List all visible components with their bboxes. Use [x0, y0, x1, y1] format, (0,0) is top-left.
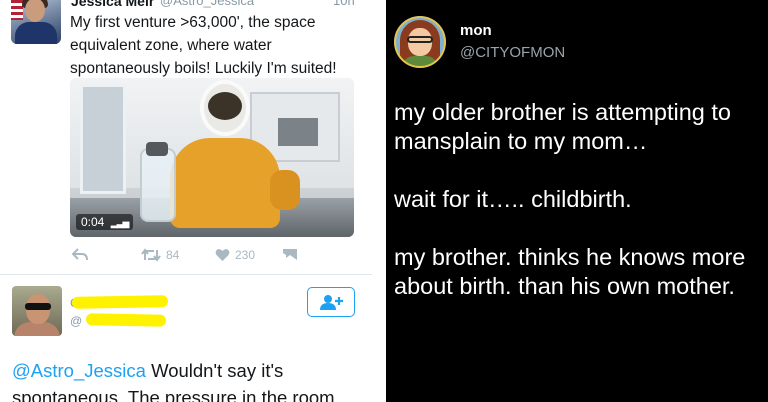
tweet-video[interactable]: 0:04 ▂▃▅ [70, 78, 354, 237]
tweet-paragraph: wait for it….. childbirth. [394, 186, 632, 212]
reply-button[interactable] [72, 248, 88, 262]
left-tweet-panel: Jessica Meir @Astro_Jessica 10h My first… [0, 0, 372, 402]
tweet-text: my older brother is attempting to manspl… [394, 98, 766, 330]
reply-avatar[interactable] [12, 286, 62, 336]
like-count: 230 [235, 248, 256, 262]
retweet-icon [141, 248, 161, 262]
avatar[interactable] [11, 0, 61, 44]
reply-author-handle[interactable]: @ [70, 314, 82, 328]
avatar[interactable] [394, 16, 446, 68]
retweet-count: 84 [166, 248, 180, 262]
add-user-icon [320, 295, 343, 310]
tweet-author-handle[interactable]: @CITYOFMON [460, 44, 565, 61]
heart-icon [215, 249, 230, 261]
direct-message-button[interactable] [282, 248, 298, 261]
signal-bars-icon: ▂▃▅ [110, 218, 130, 228]
redaction-mark [85, 313, 167, 327]
tweet-paragraph: my brother. thinks he knows more about b… [394, 244, 746, 299]
right-tweet-panel: mon @CITYOFMON my older brother is attem… [386, 0, 768, 402]
video-duration: 0:04 ▂▃▅ [76, 214, 134, 230]
tweet-timestamp[interactable]: 10h [333, 0, 355, 8]
reply-text: @Astro_Jessica Wouldn't say it's spontan… [12, 360, 335, 402]
tweet-author-handle[interactable]: @Astro_Jessica [160, 0, 254, 8]
tweet-actions: 84 230 [70, 248, 360, 266]
divider [0, 274, 372, 275]
tweet-author-name[interactable]: mon [460, 22, 492, 39]
tweet-text: My first venture >63,000', the space equ… [70, 14, 337, 77]
reply-icon [72, 248, 88, 261]
envelope-icon [283, 249, 297, 260]
like-button[interactable]: 230 [215, 248, 255, 262]
tweet-paragraph: my older brother is attempting to manspl… [394, 99, 731, 154]
follow-button[interactable] [307, 287, 355, 317]
retweet-button[interactable]: 84 [141, 248, 179, 262]
mention-link[interactable]: @Astro_Jessica [12, 360, 146, 381]
tweet-author-name[interactable]: Jessica Meir [71, 0, 154, 9]
redaction-mark [71, 295, 169, 309]
